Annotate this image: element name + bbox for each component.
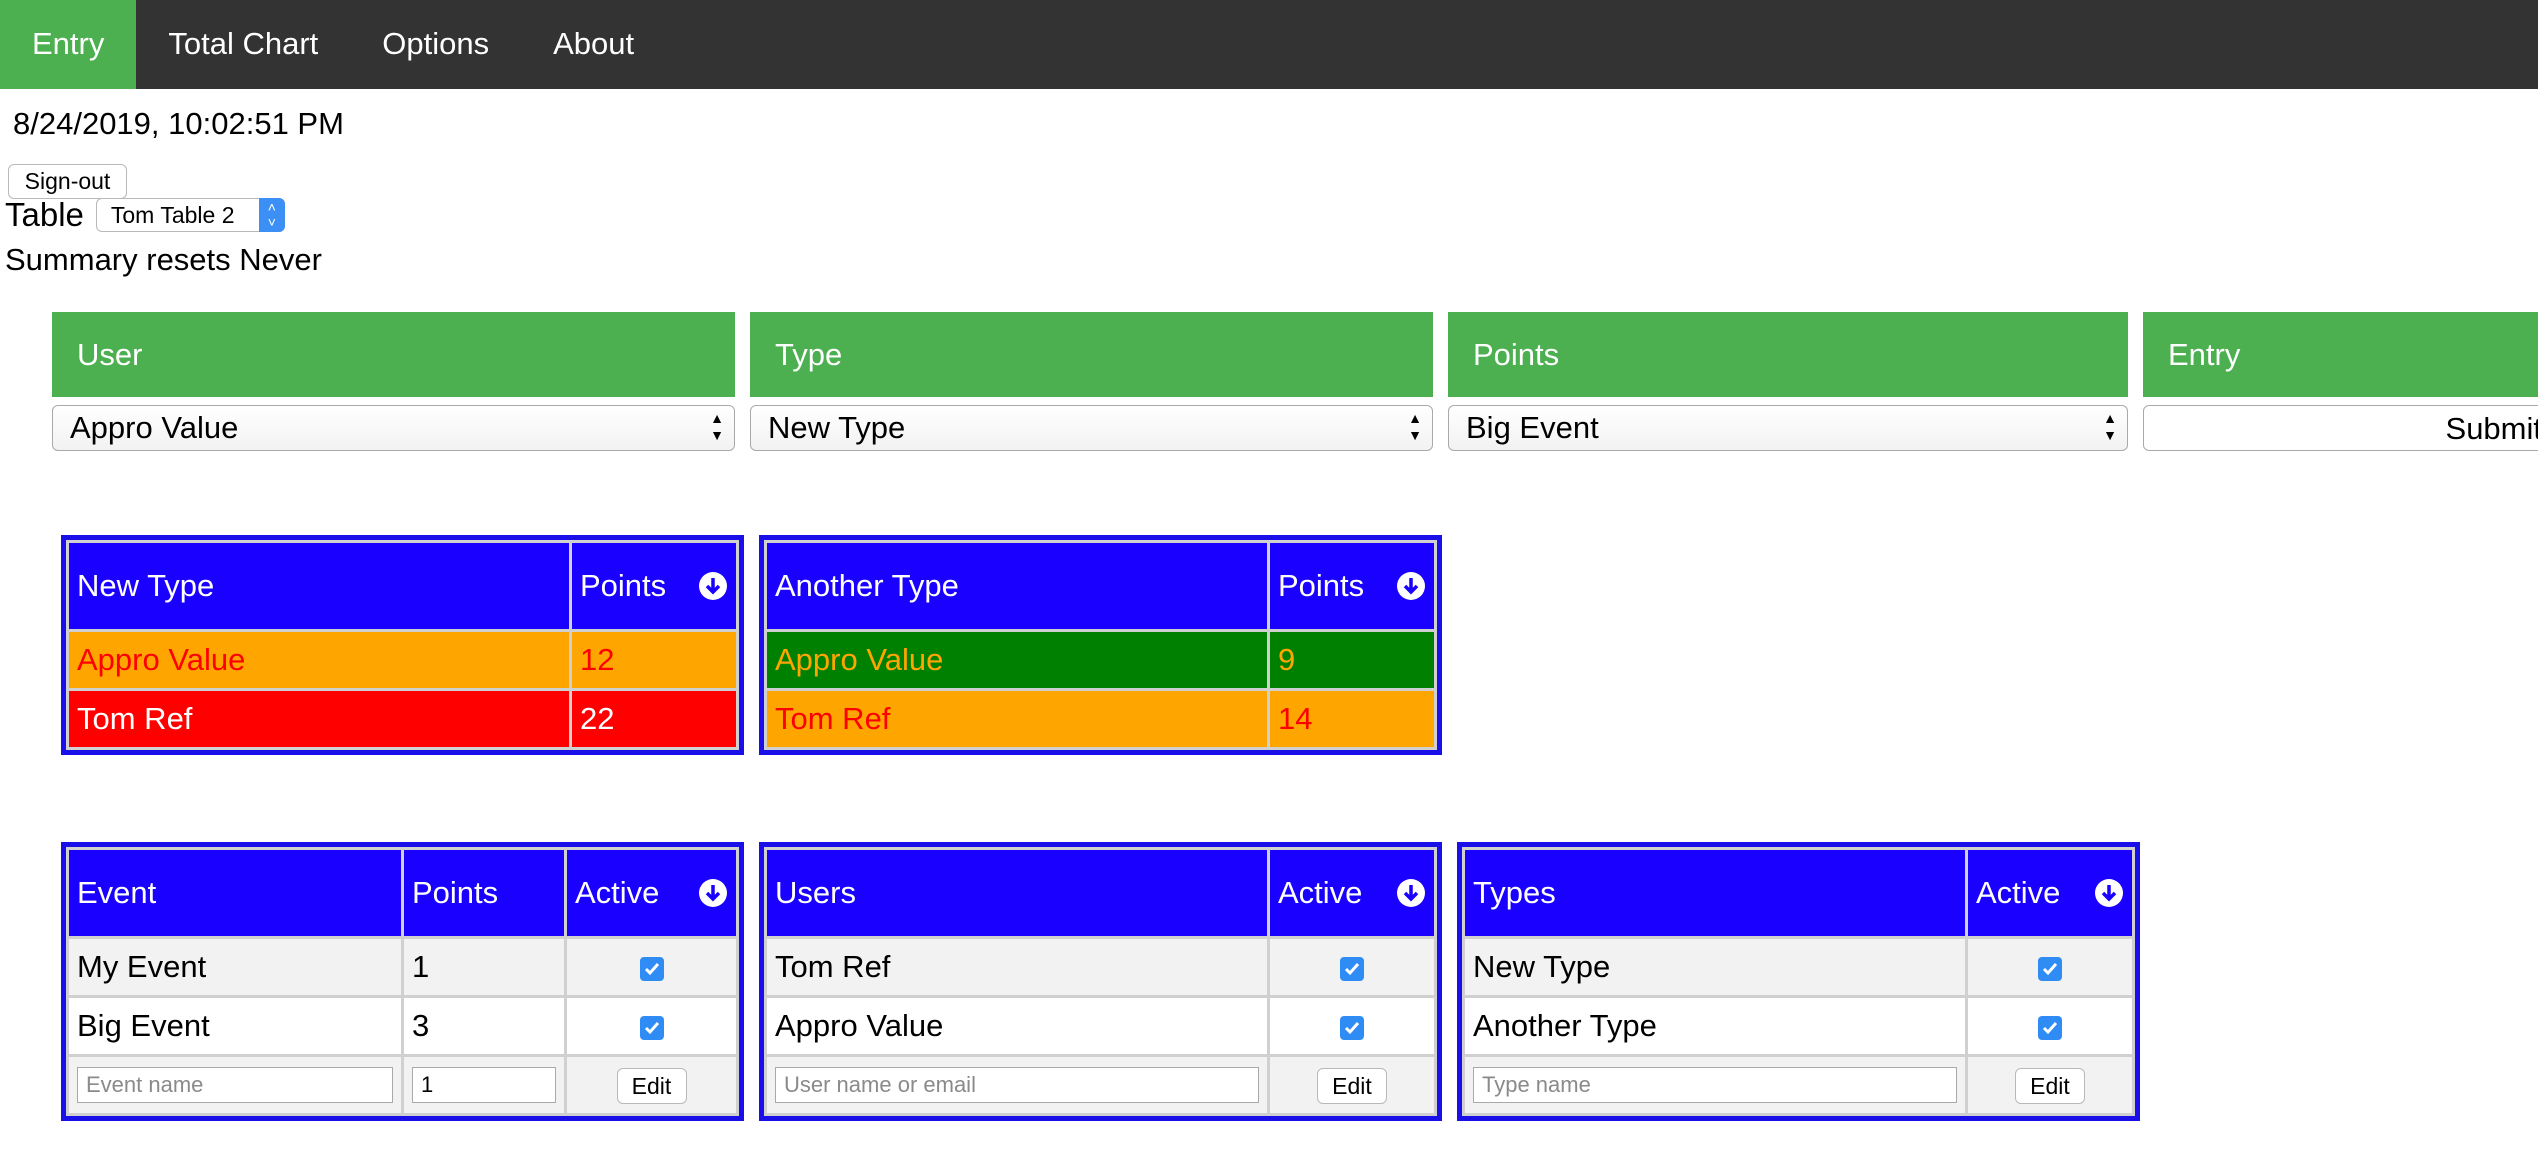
table-select[interactable]: Tom Table 2 ˄ ˅ bbox=[95, 198, 285, 232]
entry-column-header: Entry bbox=[2143, 312, 2538, 397]
event-points-cell: 1 bbox=[404, 939, 564, 995]
user-name-cell: Appro Value bbox=[767, 998, 1267, 1054]
summary-points-cell: 14 bbox=[1270, 691, 1434, 747]
summary-user-cell: Appro Value bbox=[767, 632, 1267, 688]
table-row: Tom Ref 14 bbox=[767, 691, 1434, 747]
user-select-value: Appro Value bbox=[70, 410, 239, 445]
summary-points-cell: 22 bbox=[572, 691, 736, 747]
edit-users-button[interactable]: Edit bbox=[1317, 1068, 1387, 1104]
table-select-value: Tom Table 2 bbox=[110, 202, 235, 228]
add-event-row: Event name 1 Edit bbox=[69, 1057, 736, 1113]
summary-resets: Summary resets Never bbox=[5, 242, 322, 277]
summary-points-header[interactable]: Points bbox=[1270, 543, 1434, 629]
active-checkbox[interactable] bbox=[1340, 956, 1364, 981]
summary-points-cell: 12 bbox=[572, 632, 736, 688]
active-checkbox[interactable] bbox=[639, 1015, 664, 1040]
table-row: Tom Ref bbox=[767, 939, 1434, 995]
summary-type-header: Another Type bbox=[767, 543, 1267, 629]
points-select[interactable]: Big Event ▲ ▼ bbox=[1448, 405, 2128, 451]
event-points-input[interactable]: 1 bbox=[412, 1067, 556, 1103]
event-name-cell: My Event bbox=[69, 939, 401, 995]
types-table: Types Active New Type Another Type Type … bbox=[1457, 842, 2140, 1121]
summary-type-header: New Type bbox=[69, 543, 569, 629]
points-select-value: Big Event bbox=[1466, 410, 1599, 445]
active-checkbox[interactable] bbox=[2038, 1015, 2062, 1040]
type-select-value: New Type bbox=[768, 410, 906, 445]
download-icon[interactable] bbox=[1396, 878, 1426, 908]
event-name-cell: Big Event bbox=[69, 998, 401, 1054]
type-column-header: Type bbox=[750, 312, 1433, 397]
summary-user-cell: Appro Value bbox=[69, 632, 569, 688]
table-row: Tom Ref 22 bbox=[69, 691, 736, 747]
user-select[interactable]: Appro Value ▲ ▼ bbox=[52, 405, 735, 451]
table-row: Big Event 3 bbox=[69, 998, 736, 1054]
table-row: My Event 1 bbox=[69, 939, 736, 995]
timestamp: 8/24/2019, 10:02:51 PM bbox=[13, 106, 344, 141]
type-name-cell: Another Type bbox=[1465, 998, 1965, 1054]
events-table: Event Points Active My Event 1 Big Event… bbox=[61, 842, 744, 1121]
active-header[interactable]: Active bbox=[567, 850, 736, 936]
users-table: Users Active Tom Ref Appro Value User na… bbox=[759, 842, 1442, 1121]
active-header[interactable]: Active bbox=[1270, 850, 1434, 936]
summary-points-cell: 9 bbox=[1270, 632, 1434, 688]
download-icon[interactable] bbox=[2094, 878, 2124, 908]
table-row: Another Type bbox=[1465, 998, 2132, 1054]
active-checkbox[interactable] bbox=[2038, 956, 2062, 981]
select-arrows-icon: ▲ ▼ bbox=[2103, 410, 2117, 443]
summary-points-header[interactable]: Points bbox=[572, 543, 736, 629]
table-row: Appro Value bbox=[767, 998, 1434, 1054]
table-row: Appro Value 9 bbox=[767, 632, 1434, 688]
user-column-header: User bbox=[52, 312, 735, 397]
top-nav: Entry Total Chart Options About bbox=[0, 0, 2538, 89]
add-type-row: Type name Edit bbox=[1465, 1057, 2132, 1113]
user-name-cell: Tom Ref bbox=[767, 939, 1267, 995]
download-icon[interactable] bbox=[1396, 571, 1426, 601]
type-select[interactable]: New Type ▲ ▼ bbox=[750, 405, 1433, 451]
nav-tab-options[interactable]: Options bbox=[350, 0, 521, 89]
edit-types-button[interactable]: Edit bbox=[2015, 1068, 2085, 1104]
edit-events-button[interactable]: Edit bbox=[616, 1068, 687, 1104]
active-header-label: Active bbox=[1278, 875, 1363, 910]
select-chevron-icon: ˄ ˅ bbox=[258, 198, 285, 232]
submit-button[interactable]: Submit bbox=[2143, 405, 2538, 451]
user-name-input[interactable]: User name or email bbox=[775, 1067, 1259, 1103]
event-points-cell: 3 bbox=[404, 998, 564, 1054]
nav-tab-total-chart[interactable]: Total Chart bbox=[136, 0, 350, 89]
active-checkbox[interactable] bbox=[639, 956, 664, 981]
summary-table-another-type: Another Type Points Appro Value 9 Tom Re… bbox=[759, 535, 1442, 755]
event-header: Event bbox=[69, 850, 401, 936]
active-header-label: Active bbox=[1976, 875, 2061, 910]
select-arrows-icon: ▲ ▼ bbox=[1408, 410, 1422, 443]
table-picker-row: Table Tom Table 2 ˄ ˅ bbox=[5, 196, 285, 234]
types-header: Types bbox=[1465, 850, 1965, 936]
summary-points-header-label: Points bbox=[580, 568, 667, 603]
table-row: Appro Value 12 bbox=[69, 632, 736, 688]
summary-user-cell: Tom Ref bbox=[69, 691, 569, 747]
active-header-label: Active bbox=[575, 875, 660, 910]
table-label: Table bbox=[5, 196, 84, 233]
active-checkbox[interactable] bbox=[1340, 1015, 1364, 1040]
active-header[interactable]: Active bbox=[1968, 850, 2132, 936]
nav-tab-entry[interactable]: Entry bbox=[0, 0, 137, 89]
sign-out-button[interactable]: Sign-out bbox=[8, 164, 127, 199]
type-name-input[interactable]: Type name bbox=[1473, 1067, 1957, 1103]
summary-user-cell: Tom Ref bbox=[767, 691, 1267, 747]
table-row: New Type bbox=[1465, 939, 2132, 995]
nav-tab-about[interactable]: About bbox=[521, 0, 666, 89]
points-column-header: Points bbox=[1448, 312, 2128, 397]
summary-table-new-type: New Type Points Appro Value 12 Tom Ref 2… bbox=[61, 535, 744, 755]
add-user-row: User name or email Edit bbox=[767, 1057, 1434, 1113]
select-arrows-icon: ▲ ▼ bbox=[710, 410, 724, 443]
points-header: Points bbox=[404, 850, 564, 936]
users-header: Users bbox=[767, 850, 1267, 936]
summary-points-header-label: Points bbox=[1278, 568, 1365, 603]
type-name-cell: New Type bbox=[1465, 939, 1965, 995]
download-icon[interactable] bbox=[698, 878, 728, 908]
download-icon[interactable] bbox=[698, 571, 728, 601]
event-name-input[interactable]: Event name bbox=[77, 1067, 393, 1103]
